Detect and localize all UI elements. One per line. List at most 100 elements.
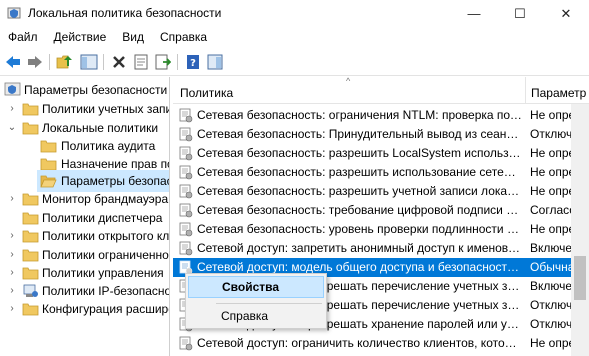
policy-icon bbox=[179, 108, 193, 123]
vertical-scrollbar[interactable] bbox=[571, 104, 589, 356]
policy-setting: Включено bbox=[530, 279, 571, 293]
show-hide-tree-button[interactable] bbox=[79, 52, 99, 72]
folder-icon bbox=[22, 249, 39, 262]
folder-icon bbox=[22, 230, 39, 243]
policy-name: Сетевая безопасность: требование цифрово… bbox=[197, 203, 522, 217]
policy-name: Сетевая безопасность: уровень проверки п… bbox=[197, 222, 522, 236]
policy-setting: Не определено bbox=[530, 222, 571, 236]
toolbar: ? bbox=[0, 48, 589, 76]
security-policy-icon bbox=[7, 7, 21, 19]
table-row[interactable]: Сетевая безопасность: Принудительный выв… bbox=[173, 125, 571, 144]
context-menu-separator bbox=[216, 303, 322, 304]
policy-setting: Не определено bbox=[530, 108, 571, 122]
policy-name: Сетевой доступ: запретить анонимный дост… bbox=[197, 241, 522, 255]
scrollbar-thumb[interactable] bbox=[574, 256, 586, 300]
export-list-button[interactable] bbox=[153, 52, 173, 72]
maximize-button[interactable]: ☐ bbox=[497, 0, 543, 27]
title-bar: Локальная политика безопасности — ☐ ✕ bbox=[0, 0, 589, 27]
show-hide-tree-icon bbox=[80, 54, 98, 70]
folder-open-icon bbox=[40, 175, 57, 188]
table-row[interactable]: Сетевой доступ: ограничить количество кл… bbox=[173, 334, 571, 353]
policy-setting: Отключено bbox=[530, 298, 571, 312]
close-button[interactable]: ✕ bbox=[543, 0, 589, 27]
policy-setting: Не определено bbox=[530, 336, 571, 350]
folder-icon bbox=[22, 103, 39, 116]
policy-setting: Обычная bbox=[530, 260, 571, 274]
tree-item-advanced-audit[interactable]: › Конфигурация расширенной bbox=[0, 298, 169, 320]
maximize-icon: ☐ bbox=[514, 5, 526, 21]
policy-icon bbox=[179, 146, 193, 161]
policy-setting: Отключено bbox=[530, 317, 571, 331]
folder-icon bbox=[22, 193, 39, 206]
policy-name: Сетевой доступ: ограничить количество кл… bbox=[197, 336, 522, 350]
folder-icon bbox=[22, 212, 39, 225]
help-icon: ? bbox=[187, 55, 199, 69]
menu-bar: Файл Действие Вид Справка bbox=[0, 27, 589, 48]
export-list-icon bbox=[155, 54, 171, 70]
context-menu-help[interactable]: Справка bbox=[188, 305, 324, 327]
table-row[interactable]: Сетевой доступ: запретить анонимный дост… bbox=[173, 239, 571, 258]
minimize-button[interactable]: — bbox=[451, 0, 497, 27]
console-pane-icon bbox=[207, 54, 223, 70]
console-pane-button[interactable] bbox=[205, 52, 225, 72]
folder-icon bbox=[40, 158, 57, 171]
close-icon: ✕ bbox=[560, 5, 572, 21]
policy-icon bbox=[179, 184, 193, 199]
table-row[interactable]: Сетевая безопасность: разрешить учетной … bbox=[173, 182, 571, 201]
up-level-button[interactable] bbox=[55, 52, 75, 72]
menu-file[interactable]: Файл bbox=[0, 27, 46, 48]
menu-action[interactable]: Действие bbox=[46, 27, 115, 48]
forward-button[interactable] bbox=[25, 52, 45, 72]
policy-name: Сетевая безопасность: ограничения NTLM: … bbox=[197, 108, 522, 122]
help-button[interactable]: ? bbox=[183, 52, 203, 72]
table-row[interactable]: Сетевая безопасность: разрешить использо… bbox=[173, 163, 571, 182]
policy-icon bbox=[179, 222, 193, 237]
delete-icon bbox=[113, 56, 125, 68]
forward-arrow-icon bbox=[28, 56, 42, 68]
folder-icon bbox=[22, 267, 39, 280]
context-menu-properties[interactable]: Свойства bbox=[188, 276, 324, 298]
security-settings-icon bbox=[4, 82, 21, 96]
policy-icon bbox=[179, 336, 193, 351]
policy-icon bbox=[179, 165, 193, 180]
toolbar-separator bbox=[103, 54, 104, 70]
menu-view[interactable]: Вид bbox=[114, 27, 152, 48]
folder-icon bbox=[22, 122, 39, 135]
policy-setting: Не определено bbox=[530, 184, 571, 198]
table-row[interactable]: Сетевая безопасность: уровень проверки п… bbox=[173, 220, 571, 239]
policy-name: Сетевая безопасность: разрешить использо… bbox=[197, 165, 522, 179]
policy-setting: Не определено bbox=[530, 165, 571, 179]
policy-name: Сетевой доступ: модель общего доступа и … bbox=[197, 260, 522, 274]
policy-setting: Согласовать bbox=[530, 203, 571, 217]
table-row[interactable]: Сетевая безопасность: ограничения NTLM: … bbox=[173, 106, 571, 125]
window-title: Локальная политика безопасности bbox=[28, 6, 222, 20]
back-button[interactable] bbox=[3, 52, 23, 72]
policy-setting: Не определено bbox=[530, 146, 571, 160]
folder-icon bbox=[22, 303, 39, 316]
properties-button[interactable] bbox=[131, 52, 151, 72]
properties-icon bbox=[134, 54, 148, 70]
policy-icon bbox=[179, 241, 193, 256]
list-header: ^ Политика Параметр bbox=[173, 77, 589, 104]
policy-icon bbox=[179, 127, 193, 142]
tree-item-label: Конфигурация расширенной bbox=[42, 302, 169, 316]
delete-button[interactable] bbox=[109, 52, 129, 72]
folder-icon bbox=[40, 140, 57, 153]
back-arrow-icon bbox=[6, 56, 20, 68]
menu-help[interactable]: Справка bbox=[152, 27, 215, 48]
toolbar-separator bbox=[49, 54, 50, 70]
column-header-param[interactable]: Параметр bbox=[531, 86, 586, 100]
up-folder-icon bbox=[56, 55, 72, 69]
chevron-right-icon[interactable]: › bbox=[6, 298, 18, 320]
svg-text:?: ? bbox=[190, 58, 196, 69]
policy-name: Сетевая безопасность: разрешить LocalSys… bbox=[197, 146, 522, 160]
column-divider[interactable] bbox=[525, 77, 526, 104]
policy-name: Сетевая безопасность: Принудительный выв… bbox=[197, 127, 522, 141]
table-row[interactable]: Сетевая безопасность: требование цифрово… bbox=[173, 201, 571, 220]
ip-security-icon bbox=[23, 284, 38, 297]
policy-name: Сетевая безопасность: разрешить учетной … bbox=[197, 184, 522, 198]
table-row[interactable]: Сетевая безопасность: разрешить LocalSys… bbox=[173, 144, 571, 163]
sort-ascending-icon: ^ bbox=[346, 77, 351, 86]
tree-pane: Параметры безопасности › Политики учетны… bbox=[0, 77, 170, 356]
column-header-policy[interactable]: Политика bbox=[180, 86, 233, 100]
